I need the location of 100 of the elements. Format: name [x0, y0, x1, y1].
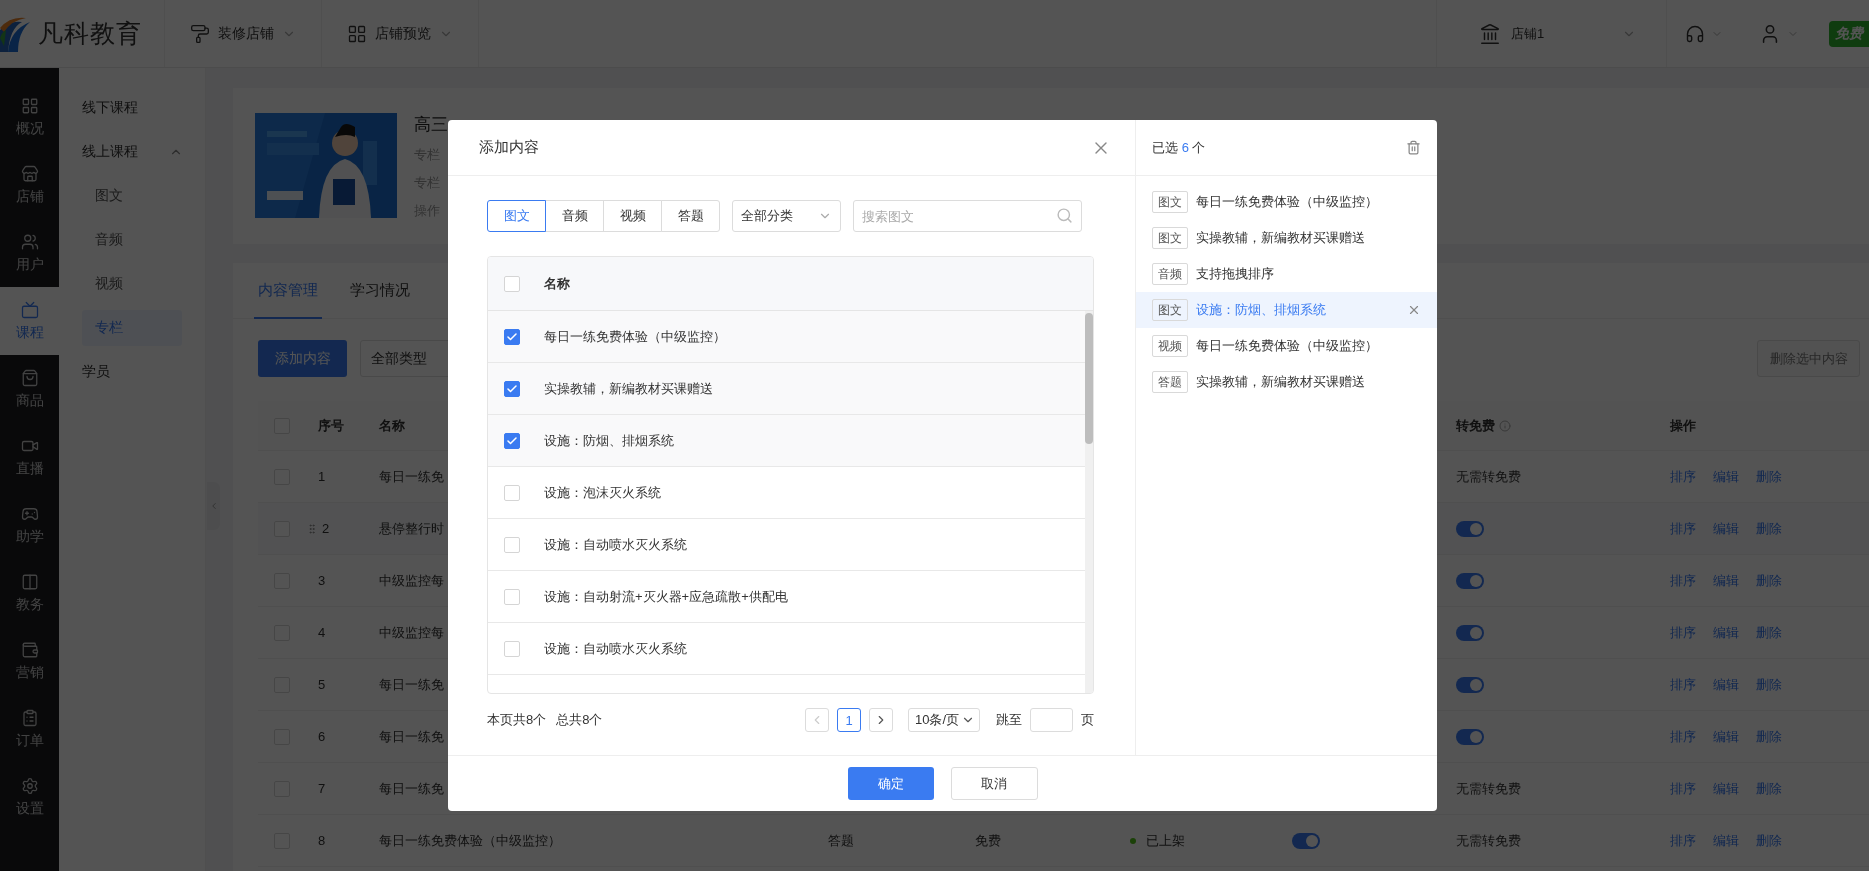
- selected-item[interactable]: 图文 每日一练免费体验（中级监控）: [1136, 184, 1437, 220]
- content-title: 设施：泡沫灭火系统: [544, 483, 661, 502]
- type-tag: 答题: [1152, 371, 1188, 393]
- headset-icon: [1685, 23, 1705, 44]
- paint-roller-icon: [190, 23, 210, 44]
- table-cell: 1: [318, 469, 326, 484]
- action-link[interactable]: 编辑: [1713, 571, 1739, 590]
- selected-item[interactable]: 图文 实操教辅，新编教材买课赠送: [1136, 220, 1437, 256]
- action-link[interactable]: 删除: [1756, 623, 1782, 642]
- content-title: 设施：自动喷水灭火系统: [544, 535, 687, 554]
- action-link[interactable]: 编辑: [1713, 675, 1739, 694]
- action-link[interactable]: 删除: [1756, 571, 1782, 590]
- type-tag: 图文: [1152, 227, 1188, 249]
- page-button[interactable]: 1: [837, 708, 861, 732]
- action-link[interactable]: 编辑: [1713, 623, 1739, 642]
- selected-title: 支持拖拽排序: [1196, 265, 1274, 283]
- table-cell: 免费: [975, 831, 1001, 850]
- tab[interactable]: 内容管理: [254, 263, 322, 319]
- page-size-select[interactable]: 10条/页: [908, 708, 980, 732]
- action-link[interactable]: 删除: [1756, 727, 1782, 746]
- toggle-switch[interactable]: [1456, 676, 1484, 693]
- column-header: 转免费: [1456, 416, 1495, 435]
- status-dot: [1130, 837, 1136, 844]
- category-select[interactable]: 全部分类: [732, 200, 841, 232]
- action-link[interactable]: 排序: [1670, 571, 1696, 590]
- content-title: 设施：防烟、排烟系统: [544, 431, 674, 450]
- selected-count-label: 已选 6 个: [1152, 138, 1206, 157]
- selected-title: 实操教辅，新编教材买课赠送: [1196, 229, 1365, 247]
- confirm-button[interactable]: 确定: [847, 767, 934, 800]
- action-link[interactable]: 排序: [1670, 779, 1696, 798]
- nav-item[interactable]: 课程: [0, 287, 59, 355]
- checkbox[interactable]: [504, 328, 520, 345]
- action-link[interactable]: 删除: [1756, 675, 1782, 694]
- checkbox[interactable]: [504, 380, 520, 397]
- action-link[interactable]: 排序: [1670, 467, 1696, 486]
- page-jump-field[interactable]: [1030, 708, 1073, 732]
- selected-title: 设施：防烟、排烟系统: [1196, 301, 1326, 319]
- columns-icon: [20, 572, 39, 591]
- action-link[interactable]: 删除: [1756, 467, 1782, 486]
- type-tab[interactable]: 答题: [661, 200, 720, 232]
- page-summary: 本页共8个: [487, 711, 547, 729]
- jump-label: 跳至: [996, 711, 1022, 729]
- type-tab[interactable]: 视频: [603, 200, 662, 232]
- content-title: 设施：自动射流+灭火器+应急疏散+供配电: [544, 587, 788, 606]
- table-cell: 5: [318, 677, 326, 692]
- plan-badge: 免费: [1829, 20, 1869, 47]
- action-link[interactable]: 排序: [1670, 623, 1696, 642]
- action-link[interactable]: 编辑: [1713, 779, 1739, 798]
- subnav-item[interactable]: 专栏: [82, 310, 182, 346]
- remove-button[interactable]: [1407, 303, 1421, 317]
- scrollbar[interactable]: [1085, 311, 1093, 693]
- action-link[interactable]: 排序: [1670, 519, 1696, 538]
- subnav-item[interactable]: 线下课程: [59, 86, 205, 130]
- search-field[interactable]: 搜索图文: [853, 200, 1082, 232]
- subnav-item[interactable]: 图文: [82, 178, 182, 214]
- action-link[interactable]: 编辑: [1713, 727, 1739, 746]
- selected-item[interactable]: 图文 设施：防烟、排烟系统: [1136, 292, 1437, 328]
- toggle-switch[interactable]: [1456, 624, 1484, 641]
- bank-icon: [1479, 22, 1501, 45]
- table-cell: 中级监控每: [379, 571, 444, 590]
- drag-handle-icon[interactable]: [306, 522, 318, 535]
- selected-title: 每日一练免费体验（中级监控）: [1196, 193, 1378, 211]
- wallet-icon: [20, 640, 39, 659]
- tab[interactable]: 学习情况: [346, 263, 414, 319]
- selected-item[interactable]: 音频 支持拖拽排序: [1136, 256, 1437, 292]
- action-link[interactable]: 排序: [1670, 727, 1696, 746]
- action-link[interactable]: 编辑: [1713, 831, 1739, 850]
- check-icon: [506, 382, 518, 395]
- status-text: 已上架: [1146, 831, 1185, 850]
- subnav-item[interactable]: 视频: [82, 266, 182, 302]
- type-tab[interactable]: 图文: [487, 200, 546, 232]
- toggle-switch[interactable]: [1456, 572, 1484, 589]
- toggle-switch[interactable]: [1292, 832, 1320, 849]
- selected-item[interactable]: 视频 每日一练免费体验（中级监控）: [1136, 328, 1437, 364]
- toggle-switch[interactable]: [1456, 728, 1484, 745]
- action-link[interactable]: 排序: [1670, 831, 1696, 850]
- action-link[interactable]: 排序: [1670, 675, 1696, 694]
- next-page-button[interactable]: [869, 708, 893, 732]
- action-link[interactable]: 编辑: [1713, 519, 1739, 538]
- table-cell: 无需转免费: [1456, 467, 1521, 486]
- table-cell: 悬停整行时: [379, 519, 444, 538]
- action-link[interactable]: 删除: [1756, 779, 1782, 798]
- action-link[interactable]: 删除: [1756, 831, 1782, 850]
- store-switcher[interactable]: 店铺1: [1436, 0, 1667, 67]
- action-link[interactable]: 删除: [1756, 519, 1782, 538]
- action-link[interactable]: 编辑: [1713, 467, 1739, 486]
- selected-item[interactable]: 答题 实操教辅，新编教材买课赠送: [1136, 364, 1437, 400]
- cancel-button[interactable]: 取消: [950, 767, 1038, 800]
- content-title: 设施：自动喷水灭火系统: [544, 639, 687, 658]
- header-menu[interactable]: 装修店铺: [165, 0, 322, 67]
- toggle-switch[interactable]: [1456, 520, 1484, 537]
- checkbox[interactable]: [504, 432, 520, 449]
- header-menu[interactable]: 店铺预览: [322, 0, 479, 67]
- table-cell: 4: [318, 625, 326, 640]
- previous-page-button[interactable]: [805, 708, 829, 732]
- type-tab[interactable]: 音频: [545, 200, 604, 232]
- bag-icon: [20, 368, 39, 387]
- table-cell: 中级监控每: [379, 623, 444, 642]
- trash-button[interactable]: [1406, 140, 1421, 155]
- subnav-item[interactable]: 学员: [59, 350, 205, 394]
